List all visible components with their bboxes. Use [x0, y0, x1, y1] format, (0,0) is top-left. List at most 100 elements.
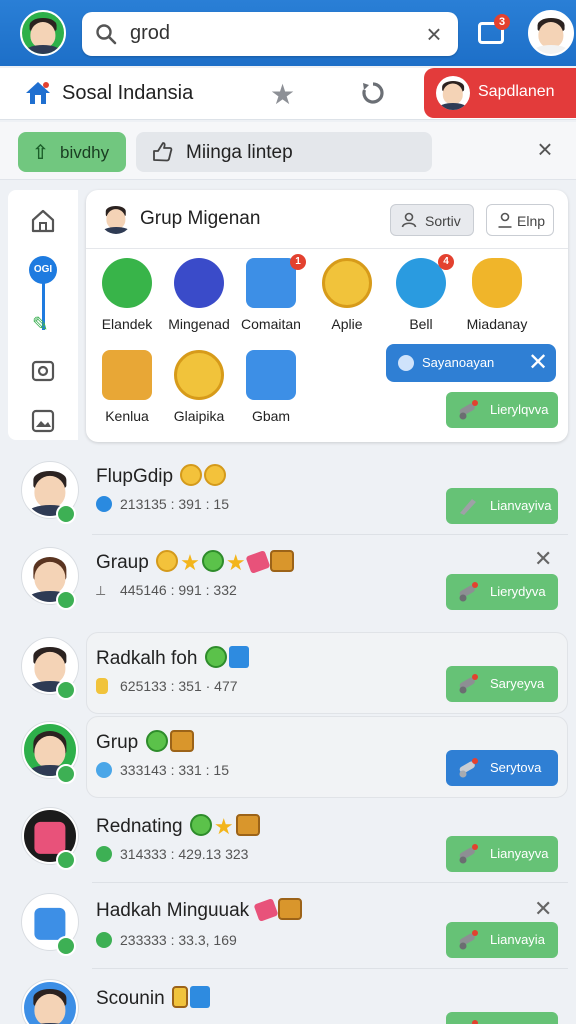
chat-action-label: Lianvayia: [490, 932, 545, 947]
app-tile[interactable]: Elandek: [88, 258, 164, 338]
divider: [92, 882, 568, 883]
app-tile[interactable]: Glaipika: [160, 350, 236, 430]
elnp-button[interactable]: Elnp: [486, 204, 554, 236]
refresh-icon[interactable]: [360, 80, 386, 106]
tile-badge: 4: [438, 254, 454, 270]
chat-name: Radkalh foh: [96, 646, 249, 670]
globe-icon: [96, 762, 112, 778]
group-action-label: Lierylqvva: [490, 402, 549, 417]
close-icon[interactable]: ✕: [534, 546, 552, 572]
close-icon[interactable]: ×: [530, 134, 560, 165]
list-item[interactable]: Radkalh foh 625133 : 351 · 477 Saryeyva: [0, 632, 576, 716]
cannon-icon: [459, 758, 478, 778]
close-icon[interactable]: ×: [420, 20, 448, 48]
chat-meta: 333143 : 331 : 15: [120, 762, 229, 778]
person-icon: [498, 212, 512, 228]
cannon-icon: [459, 844, 478, 864]
chat-meta: 625133 : 351 · 477: [120, 678, 238, 694]
woman-avatar-icon: [102, 258, 152, 308]
pen-icon[interactable]: ✎: [32, 312, 49, 337]
nav-row: Sosal Indansia ★ Sapdlanen: [0, 68, 576, 120]
list-item[interactable]: FlupGdip 213135 : 391 : 15 Lianvayiva: [0, 450, 576, 534]
close-icon[interactable]: ✕: [528, 348, 548, 377]
group-action-button[interactable]: Lierylqvva: [446, 392, 558, 428]
chat-name: Rednating ★: [96, 814, 260, 840]
filter-chip-label: Miinga lintep: [186, 142, 293, 163]
home-outline-icon[interactable]: [30, 208, 56, 234]
sayan-button[interactable]: Sayanoayan ✕: [386, 344, 556, 382]
person-icon: [401, 212, 417, 228]
online-badge: [56, 764, 76, 784]
app-tile[interactable]: 4 Bell: [382, 254, 458, 338]
user-avatar[interactable]: [20, 10, 66, 56]
app-tile[interactable]: Mingenad: [160, 258, 236, 338]
profile-avatar[interactable]: [528, 10, 574, 56]
filter-chip-label: bivdhy: [60, 143, 110, 162]
filter-chip-green[interactable]: ⇧ bivdhy: [18, 132, 126, 172]
profile-button-label: Sapdlanen: [478, 83, 555, 100]
image-icon[interactable]: [30, 408, 56, 434]
search-value: grod: [130, 22, 171, 44]
chat-action-button[interactable]: [446, 1012, 558, 1024]
coin-stack-icon: [398, 355, 414, 371]
globe-icon: [96, 496, 112, 512]
app-tile[interactable]: Miadanay: [458, 258, 534, 338]
chat-name: Grup: [96, 730, 194, 754]
chat-action-label: Saryeyva: [490, 676, 545, 691]
list-item[interactable]: Scounin: [0, 972, 576, 1024]
elnp-label: Elnp: [517, 213, 546, 229]
app-tile[interactable]: Gbam: [232, 350, 308, 430]
home-icon[interactable]: [24, 80, 52, 106]
chat-meta: 314333 : 429.13 323: [120, 846, 249, 862]
star-icon[interactable]: ★: [270, 78, 295, 111]
filter-chip-gray[interactable]: Miinga lintep: [136, 132, 432, 172]
chat-action-button[interactable]: Lianvayiva: [446, 488, 558, 524]
trophy-icon: [472, 258, 522, 308]
chat-action-label: Lierydyva: [490, 584, 546, 599]
app-tile[interactable]: Aplie: [308, 258, 384, 338]
online-badge: [56, 680, 76, 700]
chat-name: Scounin: [96, 986, 210, 1010]
list-item[interactable]: Grup 333143 : 331 : 15 Serytova: [0, 716, 576, 800]
chat-action-button[interactable]: Lianvayia: [446, 922, 558, 958]
calendar-notification-icon[interactable]: 3: [474, 14, 510, 50]
cannon-icon: [459, 674, 478, 694]
list-item[interactable]: Graup ★ ★ ⟂ 445146 : 991 : 332 ✕ Lierydyv…: [0, 536, 576, 620]
group-avatar: [100, 202, 132, 234]
leaf-icon: [96, 846, 112, 862]
profile-button[interactable]: Sapdlanen: [424, 68, 576, 118]
close-icon[interactable]: ✕: [534, 896, 552, 922]
chat-action-button[interactable]: Saryeyva: [446, 666, 558, 702]
cannon-icon: [459, 582, 478, 602]
up-arrow-icon: ⇧: [32, 142, 49, 164]
app-tile[interactable]: Kenlua: [88, 350, 164, 430]
notepad-icon: [174, 258, 224, 308]
top-bar: grod × 3: [0, 0, 576, 66]
chat-action-label: Serytova: [490, 760, 542, 775]
pin-icon: ⟂: [96, 582, 106, 598]
filter-row: ⇧ bivdhy Miinga lintep ×: [0, 122, 576, 180]
chat-name: Hadkah Minguuak: [96, 898, 303, 922]
gold-coin-icon: [174, 350, 224, 400]
online-badge: [56, 936, 76, 956]
chat-action-button[interactable]: Lianyayva: [446, 836, 558, 872]
divider: [92, 534, 568, 535]
chat-action-button[interactable]: Serytova: [446, 750, 558, 786]
search-input[interactable]: grod ×: [82, 12, 458, 56]
chat-action-button[interactable]: Lierydyva: [446, 574, 558, 610]
tile-badge: 1: [290, 254, 306, 270]
gift-box-icon: [246, 350, 296, 400]
gift-box-icon: [246, 258, 296, 308]
divider: [92, 968, 568, 969]
group-title: Grup Migenan: [140, 208, 261, 229]
camera-icon[interactable]: [30, 358, 56, 384]
app-label: Gbam: [251, 408, 291, 424]
list-item[interactable]: Rednating ★ 314333 : 429.13 323 Lianyayv…: [0, 802, 576, 886]
list-item[interactable]: Hadkah Minguuak 233333 : 33.3, 169 ✕ Lia…: [0, 886, 576, 970]
avatar: [22, 980, 78, 1024]
sort-button[interactable]: Sortiv: [390, 204, 474, 236]
app-tile[interactable]: 1 Comaitan: [232, 254, 308, 338]
online-badge: [56, 850, 76, 870]
chat-action-label: Lianvayiva: [490, 498, 552, 513]
thumb-icon: [153, 142, 173, 162]
